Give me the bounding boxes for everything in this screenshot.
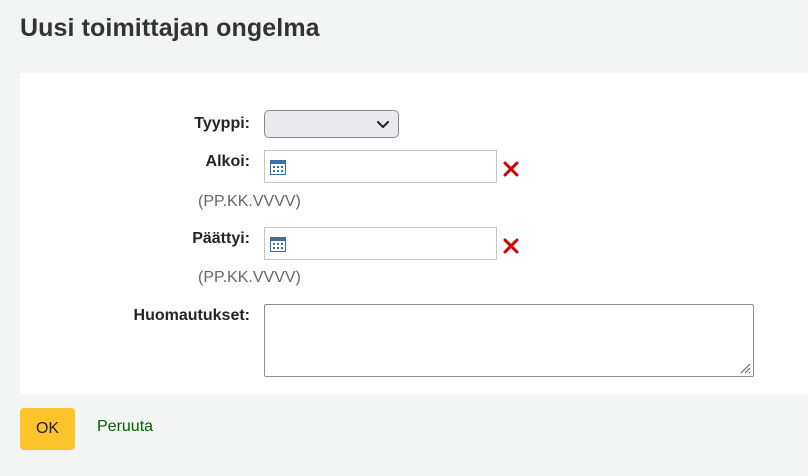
notes-label: Huomautukset:	[133, 307, 250, 324]
started-label: Alkoi:	[205, 153, 250, 170]
chevron-down-icon	[377, 121, 389, 128]
started-date-format-hint: (PP.KK.VVVV)	[198, 193, 301, 210]
clear-ended-date-icon[interactable]	[502, 237, 520, 255]
notes-textarea[interactable]	[264, 304, 754, 377]
calendar-icon[interactable]	[270, 236, 286, 252]
type-select[interactable]	[264, 110, 399, 138]
resize-grip-icon[interactable]	[739, 362, 751, 374]
cancel-link[interactable]: Peruuta	[97, 418, 153, 436]
clear-started-date-icon[interactable]	[502, 160, 520, 178]
type-label: Tyyppi:	[194, 115, 250, 132]
ended-date-input[interactable]	[264, 227, 497, 260]
form-panel: Tyyppi: Alkoi: (PP.KK.VVVV) Päättyi: (PP…	[20, 73, 808, 394]
page-title: Uusi toimittajan ongelma	[20, 14, 320, 42]
ended-label: Päättyi:	[192, 230, 250, 247]
ended-date-format-hint: (PP.KK.VVVV)	[198, 269, 301, 286]
started-date-input[interactable]	[264, 150, 497, 183]
calendar-icon[interactable]	[270, 159, 286, 175]
ok-button[interactable]: OK	[20, 408, 75, 450]
